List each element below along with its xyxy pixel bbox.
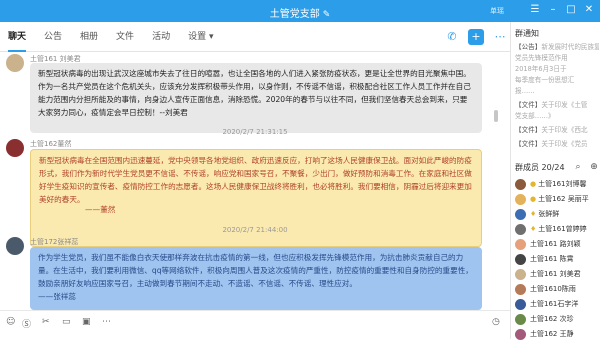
message-bubble[interactable]: 作为学生党员，我们虽不能像白衣天使那样奔波在抗击疫情的第一线，但也应积极发挥先锋… (30, 247, 482, 310)
member-name: 土管161刘博馨 (538, 180, 587, 188)
title-bar: 土管党支部 ✎ 单瑶 ☰ – □ ✕ (0, 0, 600, 22)
avatar (515, 178, 526, 190)
member-badge-icon: ♦ (530, 225, 537, 233)
member-item[interactable]: ● 土管162 吴丽平 (515, 191, 599, 207)
members-actions: ⌕ ⊕ (573, 162, 599, 172)
tab-settings[interactable]: 设置 ▾ (188, 22, 213, 52)
notice-line: 2018年6月3日于 (515, 65, 567, 73)
message-sender: 土管162董然 (30, 140, 72, 148)
close-icon[interactable]: ✕ (582, 3, 596, 17)
member-item[interactable]: 土管161 路刘颖 (515, 236, 599, 252)
user-name[interactable]: 单瑶 (490, 6, 504, 16)
window-title-wrap: 土管党支部 ✎ (0, 5, 600, 20)
input-toolbar: ☺ Ⓢ ✂ ▭ ▣ ⋯ ◷ (0, 310, 510, 339)
scrollbar[interactable] (494, 110, 498, 122)
super-emoji-icon[interactable]: Ⓢ (22, 317, 31, 330)
notice-line: 党员先锋模范作用 (515, 54, 568, 62)
member-name: 土管161 路刘颖 (530, 240, 581, 248)
member-item[interactable]: 土管161 陈霄 (515, 251, 599, 267)
member-badge-icon: ♦ (530, 210, 537, 218)
search-icon[interactable]: ⌕ (573, 162, 583, 172)
message-timestamp: 2020/2/7 21:44:00 (222, 226, 288, 234)
message-signature: ——董然 (85, 205, 116, 214)
avatar (515, 268, 526, 280)
window-controls: ☰ – □ ✕ (528, 3, 596, 17)
tab-notice[interactable]: 公告 (44, 22, 62, 52)
member-name: 土管161石字洋 (530, 300, 579, 308)
more-tools-icon[interactable]: ⋯ (102, 317, 111, 327)
screenshot-icon[interactable]: ✂ (42, 317, 50, 327)
more-icon[interactable]: ⋯ (492, 29, 508, 45)
member-badge-icon: ● (530, 195, 537, 203)
message-sender: 土管172张祥蕊 (30, 238, 79, 246)
edit-title-icon[interactable]: ✎ (323, 10, 331, 20)
sidebar: 群通知 【公告】新发展时代的民族复兴 党员先锋模范作用 2018年6月3日于 每… (510, 22, 600, 342)
avatar (515, 298, 526, 310)
notice-title: 群通知 (515, 29, 539, 38)
member-name: 土管161 刘美君 (530, 270, 581, 278)
message-bubble[interactable]: 新型冠状病毒的出现让武汉这座城市失去了往日的喧嚣，也让全国各地的人们进入紧张防疫… (30, 63, 482, 133)
file-icon[interactable]: ▭ (62, 317, 71, 327)
member-item[interactable]: 土管162 次珍 (515, 311, 599, 327)
tab-album[interactable]: 相册 (80, 22, 98, 52)
avatar (515, 208, 526, 220)
notice-line: 党支部……》 (515, 112, 555, 120)
notice-line[interactable]: 【公告】新发展时代的民族复兴 (515, 42, 599, 53)
avatar (515, 283, 526, 295)
notice-line[interactable]: 【文件】关于印发《土管 (515, 100, 599, 111)
history-icon[interactable]: ◷ (492, 317, 500, 327)
add-icon[interactable]: + (468, 29, 484, 45)
member-name: 土管161 陈霄 (530, 255, 574, 263)
member-name: 土管162 吴丽平 (538, 195, 589, 203)
minimize-icon[interactable]: – (546, 3, 560, 17)
settings-icon[interactable]: ☰ (528, 3, 542, 17)
avatar (515, 313, 526, 325)
window-title: 土管党支部 (269, 9, 320, 20)
chat-area[interactable]: 土管161 刘美君 新型冠状病毒的出现让武汉这座城市失去了往日的喧嚣，也让全国各… (0, 52, 510, 310)
notice-line: 报…… (515, 87, 535, 95)
tab-chat[interactable]: 聊天 (8, 22, 27, 52)
member-item[interactable]: ♦ 土管161曾婷婷 (515, 221, 599, 237)
avatar (515, 328, 526, 340)
maximize-icon[interactable]: □ (564, 3, 578, 17)
chat-actions: ✆ + ⋯ (444, 29, 508, 45)
member-item[interactable]: 土管162 王静 (515, 326, 599, 342)
image-icon[interactable]: ▣ (82, 317, 91, 327)
member-item[interactable]: ♦ 张鲜鲜 (515, 206, 599, 222)
avatar[interactable] (6, 139, 24, 157)
member-name: 土管1610陈雨 (530, 285, 576, 293)
avatar (515, 193, 526, 205)
voice-call-icon[interactable]: ✆ (444, 29, 460, 45)
tab-files[interactable]: 文件 (116, 22, 134, 52)
avatar (515, 223, 526, 235)
message-timestamp: 2020/2/7 21:31:15 (222, 128, 288, 136)
member-item[interactable]: 土管161石字洋 (515, 296, 599, 312)
avatar (515, 238, 526, 250)
member-name: 土管161曾婷婷 (538, 225, 587, 233)
member-name: 土管162 王静 (530, 330, 574, 338)
tab-activities[interactable]: 活动 (152, 22, 170, 52)
add-member-icon[interactable]: ⊕ (589, 162, 599, 172)
notice-line[interactable]: 【文件】关于印发《西北 (515, 125, 599, 136)
notice-line[interactable]: 【文件】关于印发《党员 (515, 139, 599, 150)
avatar[interactable] (6, 237, 24, 255)
member-name: 土管162 次珍 (530, 315, 574, 323)
members-title: 群成员 20/24 (515, 163, 565, 172)
emoji-icon[interactable]: ☺ (6, 317, 15, 327)
member-item[interactable]: ● 土管161刘博馨 (515, 176, 599, 192)
member-item[interactable]: 土管1610陈雨 (515, 281, 599, 297)
tab-bar: 聊天 公告 相册 文件 活动 设置 ▾ ✆ + ⋯ (0, 22, 510, 52)
member-item[interactable]: 土管161 刘美君 (515, 266, 599, 282)
avatar[interactable] (6, 54, 24, 72)
notice-line: 每季度有一份思想汇 (515, 76, 575, 84)
member-name: 张鲜鲜 (538, 210, 560, 218)
member-badge-icon: ● (530, 180, 537, 188)
avatar (515, 253, 526, 265)
